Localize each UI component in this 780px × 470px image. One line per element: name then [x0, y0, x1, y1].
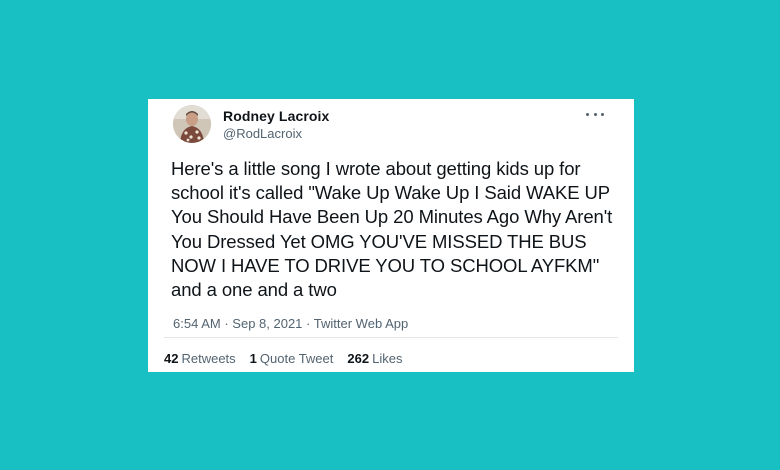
quote-tweets-count: 1: [249, 351, 257, 366]
retweets-label: Retweets: [181, 351, 236, 366]
tweet-date[interactable]: Sep 8, 2021: [232, 316, 302, 331]
retweets-stat[interactable]: 42 Retweets: [164, 351, 236, 366]
avatar[interactable]: [173, 105, 211, 143]
likes-count: 262: [347, 351, 370, 366]
tweet-stats: 42 Retweets 1 Quote Tweet 262 Likes: [164, 351, 402, 366]
quote-tweets-stat[interactable]: 1 Quote Tweet: [250, 351, 334, 366]
meta-separator: ·: [306, 316, 311, 332]
more-dot: [593, 112, 597, 116]
meta-separator: ·: [224, 316, 229, 332]
author-handle[interactable]: @RodLacroix: [223, 126, 302, 141]
tweet-card: Rodney Lacroix @RodLacroix Here's a litt…: [148, 99, 634, 372]
retweets-count: 42: [164, 351, 179, 366]
divider: [164, 337, 618, 338]
likes-stat[interactable]: 262 Likes: [347, 351, 402, 366]
more-dot: [601, 112, 604, 116]
tweet-header: Rodney Lacroix @RodLacroix: [164, 99, 618, 161]
tweet-meta: 6:54 AM · Sep 8, 2021 · Twitter Web App: [173, 316, 618, 331]
tweet-time[interactable]: 6:54 AM: [173, 316, 221, 331]
tweet-source[interactable]: Twitter Web App: [314, 316, 408, 331]
quote-tweets-label: Quote Tweet: [259, 351, 334, 366]
likes-label: Likes: [372, 351, 403, 366]
avatar-image: [173, 105, 211, 143]
more-horizontal-icon[interactable]: [586, 109, 604, 119]
more-dot: [586, 112, 589, 116]
tweet-text: Here's a little song I wrote about getti…: [171, 158, 613, 301]
author-display-name[interactable]: Rodney Lacroix: [223, 108, 329, 124]
